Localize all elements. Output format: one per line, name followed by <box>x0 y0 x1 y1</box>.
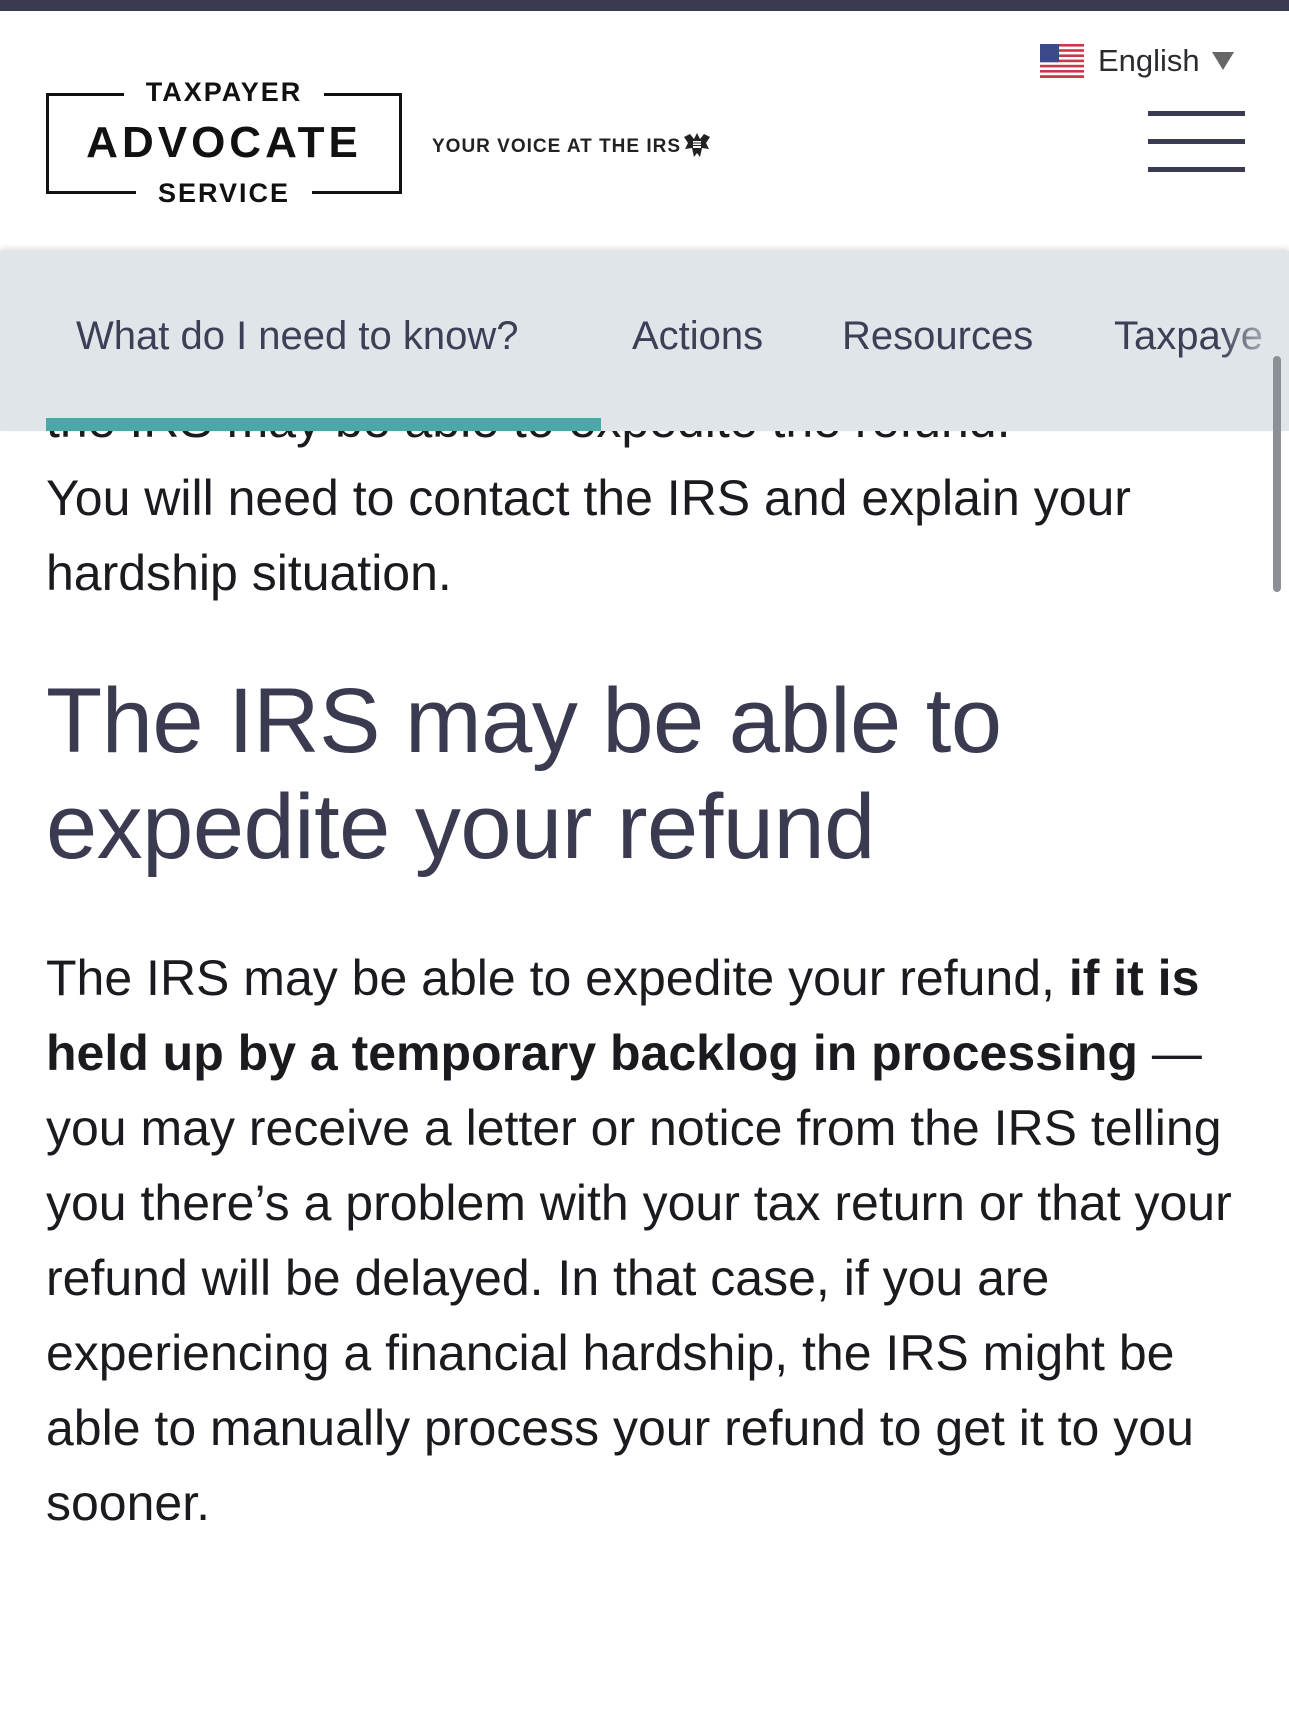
irs-eagle-icon <box>684 133 710 157</box>
caret-down-icon <box>1211 52 1234 70</box>
para2-text-before: The IRS may be able to expedite your ref… <box>46 950 1069 1006</box>
tab-what-do-i-need-to-know[interactable]: What do I need to know? <box>76 314 519 359</box>
top-accent-bar <box>0 0 1289 11</box>
paragraph-expedite-refund: The IRS may be able to expedite your ref… <box>46 941 1256 1541</box>
active-tab-indicator <box>46 418 601 431</box>
section-heading: The IRS may be able to expedite your ref… <box>46 670 1002 878</box>
logo-line-taxpayer: TAXPAYER <box>123 77 325 107</box>
paragraph-contact-irs: You will need to contact the IRS and exp… <box>46 470 1131 601</box>
us-flag-icon <box>1040 44 1084 78</box>
tas-logo[interactable]: TAXPAYER ADVOCATE SERVICE <box>46 77 402 208</box>
logo-line-service: SERVICE <box>135 178 313 208</box>
tab-resources[interactable]: Resources <box>842 314 1033 359</box>
section-tabs: What do I need to know? Actions Resource… <box>0 251 1289 431</box>
scrollbar[interactable] <box>1273 356 1281 592</box>
site-header: TAXPAYER ADVOCATE SERVICE YOUR VOICE AT … <box>0 11 1289 251</box>
tab-actions[interactable]: Actions <box>632 314 763 359</box>
hamburger-menu-icon[interactable] <box>1148 111 1245 175</box>
tagline: YOUR VOICE AT THE IRS <box>432 136 682 157</box>
language-selector[interactable]: English <box>1040 43 1234 79</box>
logo-line-advocate: ADVOCATE <box>86 118 362 167</box>
language-label: English <box>1098 43 1200 78</box>
para2-text-after: — you may receive a letter or notice fro… <box>46 1025 1232 1531</box>
